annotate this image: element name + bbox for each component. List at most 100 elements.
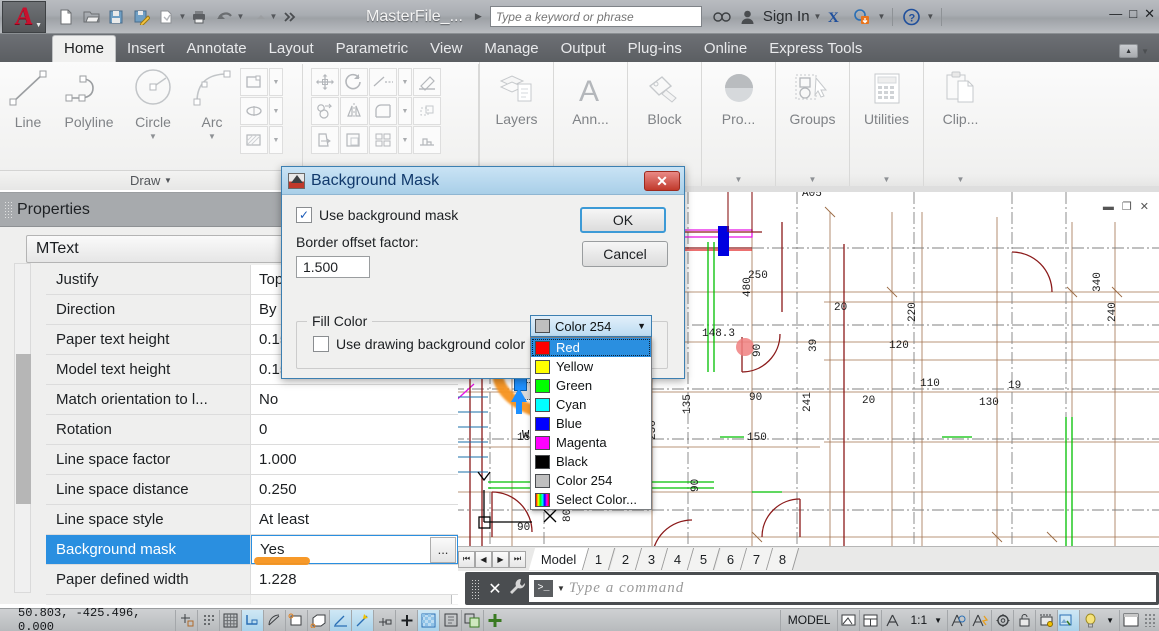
last-layout-button[interactable]: ⏭ xyxy=(509,550,526,568)
move-icon[interactable] xyxy=(311,68,339,96)
property-row-paper-defined-width[interactable]: Paper defined width 1.228 xyxy=(46,565,458,595)
utilities-button[interactable]: Utilities xyxy=(864,62,909,168)
color-option-magenta[interactable]: Magenta xyxy=(531,433,651,452)
search-input[interactable] xyxy=(495,9,696,24)
arc-button[interactable]: Arc ▼ xyxy=(184,66,240,170)
chevron-down-icon[interactable]: ▼ xyxy=(35,22,42,29)
property-value[interactable]: At least xyxy=(251,505,458,534)
save-as-icon[interactable] xyxy=(129,5,153,29)
property-value[interactable]: Yes ... xyxy=(251,535,458,565)
application-menu-button[interactable]: A ▼ xyxy=(2,0,46,33)
use-background-mask-checkbox[interactable]: ✓ xyxy=(296,207,312,223)
chevron-down-icon[interactable]: ▼ xyxy=(208,132,216,141)
polar-icon[interactable] xyxy=(263,609,285,631)
chevron-down-icon[interactable]: ▼ xyxy=(877,12,885,21)
line-button[interactable]: Line xyxy=(0,66,56,170)
annotation-scale-icon[interactable] xyxy=(881,609,903,631)
extrude-icon[interactable] xyxy=(413,126,441,154)
resize-grip[interactable] xyxy=(1144,613,1156,627)
scrollbar-thumb[interactable] xyxy=(16,354,31,504)
exchange-apps-icon[interactable]: X xyxy=(825,6,847,28)
dynamic-ucs-icon[interactable] xyxy=(351,609,373,631)
workspace-icon[interactable] xyxy=(991,609,1013,631)
annotation-scale-value[interactable]: 1:1 xyxy=(903,610,934,631)
chevron-down-icon[interactable]: ▼ xyxy=(926,12,934,21)
color-option-select-color[interactable]: Select Color... xyxy=(531,490,651,509)
restore-icon[interactable]: ❐ xyxy=(1122,200,1132,213)
infocenter-search[interactable] xyxy=(489,6,702,27)
autodesk-360-icon[interactable] xyxy=(851,6,873,28)
3dosnap-icon[interactable] xyxy=(307,609,329,631)
palette-grip[interactable] xyxy=(4,200,14,219)
explode-icon[interactable] xyxy=(413,97,441,125)
color-option-yellow[interactable]: Yellow xyxy=(531,357,651,376)
isolate-objects-icon[interactable] xyxy=(1057,609,1080,631)
sign-in-button[interactable]: Sign In xyxy=(763,8,810,25)
snap-icon[interactable] xyxy=(175,609,197,631)
rectangle-icon[interactable] xyxy=(240,68,268,96)
dialog-close-button[interactable]: ✕ xyxy=(644,171,680,191)
property-value[interactable]: 0 xyxy=(251,415,458,444)
panel-properties[interactable]: Pro... ▼ xyxy=(701,62,775,190)
lock-icon[interactable] xyxy=(1013,609,1035,631)
tab-model[interactable]: Model xyxy=(528,548,590,570)
color-option-cyan[interactable]: Cyan xyxy=(531,395,651,414)
chevron-down-icon[interactable]: ▼ xyxy=(179,12,187,21)
tab-layout[interactable]: Layout xyxy=(258,36,325,62)
chevron-down-icon[interactable]: ▼ xyxy=(269,126,283,154)
chevron-down-icon[interactable]: ▼ xyxy=(814,12,822,21)
tab-online[interactable]: Online xyxy=(693,36,758,62)
tab-express-tools[interactable]: Express Tools xyxy=(758,36,873,62)
color-option-blue[interactable]: Blue xyxy=(531,414,651,433)
tab-view[interactable]: View xyxy=(419,36,473,62)
panel-groups[interactable]: Groups ▼ xyxy=(775,62,849,190)
dynamic-input-icon[interactable] xyxy=(373,609,395,631)
tab-manage[interactable]: Manage xyxy=(473,36,549,62)
chevron-down-icon[interactable]: ▼ xyxy=(637,321,646,331)
grid-display-icon[interactable] xyxy=(197,609,219,631)
otrack-icon[interactable] xyxy=(329,609,351,631)
ellipse-icon[interactable] xyxy=(240,97,268,125)
chevron-down-icon[interactable]: ▼ xyxy=(398,126,412,154)
chevron-down-icon[interactable]: ▼ xyxy=(398,68,412,96)
properties-scrollbar[interactable] xyxy=(14,263,31,593)
property-value[interactable]: 1.000 xyxy=(251,445,458,474)
plot-icon[interactable] xyxy=(187,5,211,29)
save-icon[interactable] xyxy=(104,5,128,29)
tab-layout-8[interactable]: 8 xyxy=(766,548,800,570)
dialog-title-bar[interactable]: Background Mask ✕ xyxy=(282,167,684,195)
lightbulb-icon[interactable] xyxy=(1079,609,1101,631)
help-icon[interactable]: ? xyxy=(900,6,922,28)
tab-plugins[interactable]: Plug-ins xyxy=(617,36,693,62)
property-row-partial[interactable] xyxy=(46,595,458,605)
color-option-green[interactable]: Green xyxy=(531,376,651,395)
minimize-icon[interactable]: ▬ xyxy=(1103,201,1114,213)
chevron-down-icon[interactable]: ▼ xyxy=(269,97,283,125)
background-mask-ellipsis-button[interactable]: ... xyxy=(430,537,456,563)
customize-icon[interactable] xyxy=(505,577,529,600)
mirror-icon[interactable] xyxy=(340,97,368,125)
property-row-line-space-factor[interactable]: Line space factor 1.000 xyxy=(46,445,458,475)
annotation-visibility-icon[interactable] xyxy=(947,609,969,631)
hatch-icon[interactable] xyxy=(240,126,268,154)
tab-parametric[interactable]: Parametric xyxy=(325,36,420,62)
property-row-line-space-distance[interactable]: Line space distance 0.250 xyxy=(46,475,458,505)
quick-properties-icon[interactable] xyxy=(439,609,461,631)
minimize-button[interactable]: — xyxy=(1109,7,1122,20)
chevron-down-icon[interactable]: ▼ xyxy=(237,12,245,21)
coordinate-display[interactable]: 50.803, -425.496, 0.000 xyxy=(0,606,175,631)
chevron-down-icon[interactable]: ▼ xyxy=(1101,610,1119,631)
transparency-icon[interactable] xyxy=(417,609,439,631)
trim-icon[interactable] xyxy=(369,68,397,96)
grip-arrow-icon[interactable] xyxy=(508,388,530,416)
minimize-ribbon-icon[interactable]: ▲ xyxy=(1119,44,1139,58)
circle-button[interactable]: Circle ▼ xyxy=(122,66,184,170)
next-layout-button[interactable]: ▶ xyxy=(492,550,509,568)
prev-layout-button[interactable]: ◀ xyxy=(475,550,492,568)
copy-icon[interactable] xyxy=(311,97,339,125)
selection-cycling-icon[interactable] xyxy=(461,609,483,631)
chevron-down-icon[interactable]: ▼ xyxy=(164,176,172,185)
array-icon[interactable] xyxy=(369,126,397,154)
chevron-down-icon[interactable]: ▼ xyxy=(270,12,278,21)
tab-insert[interactable]: Insert xyxy=(116,36,176,62)
